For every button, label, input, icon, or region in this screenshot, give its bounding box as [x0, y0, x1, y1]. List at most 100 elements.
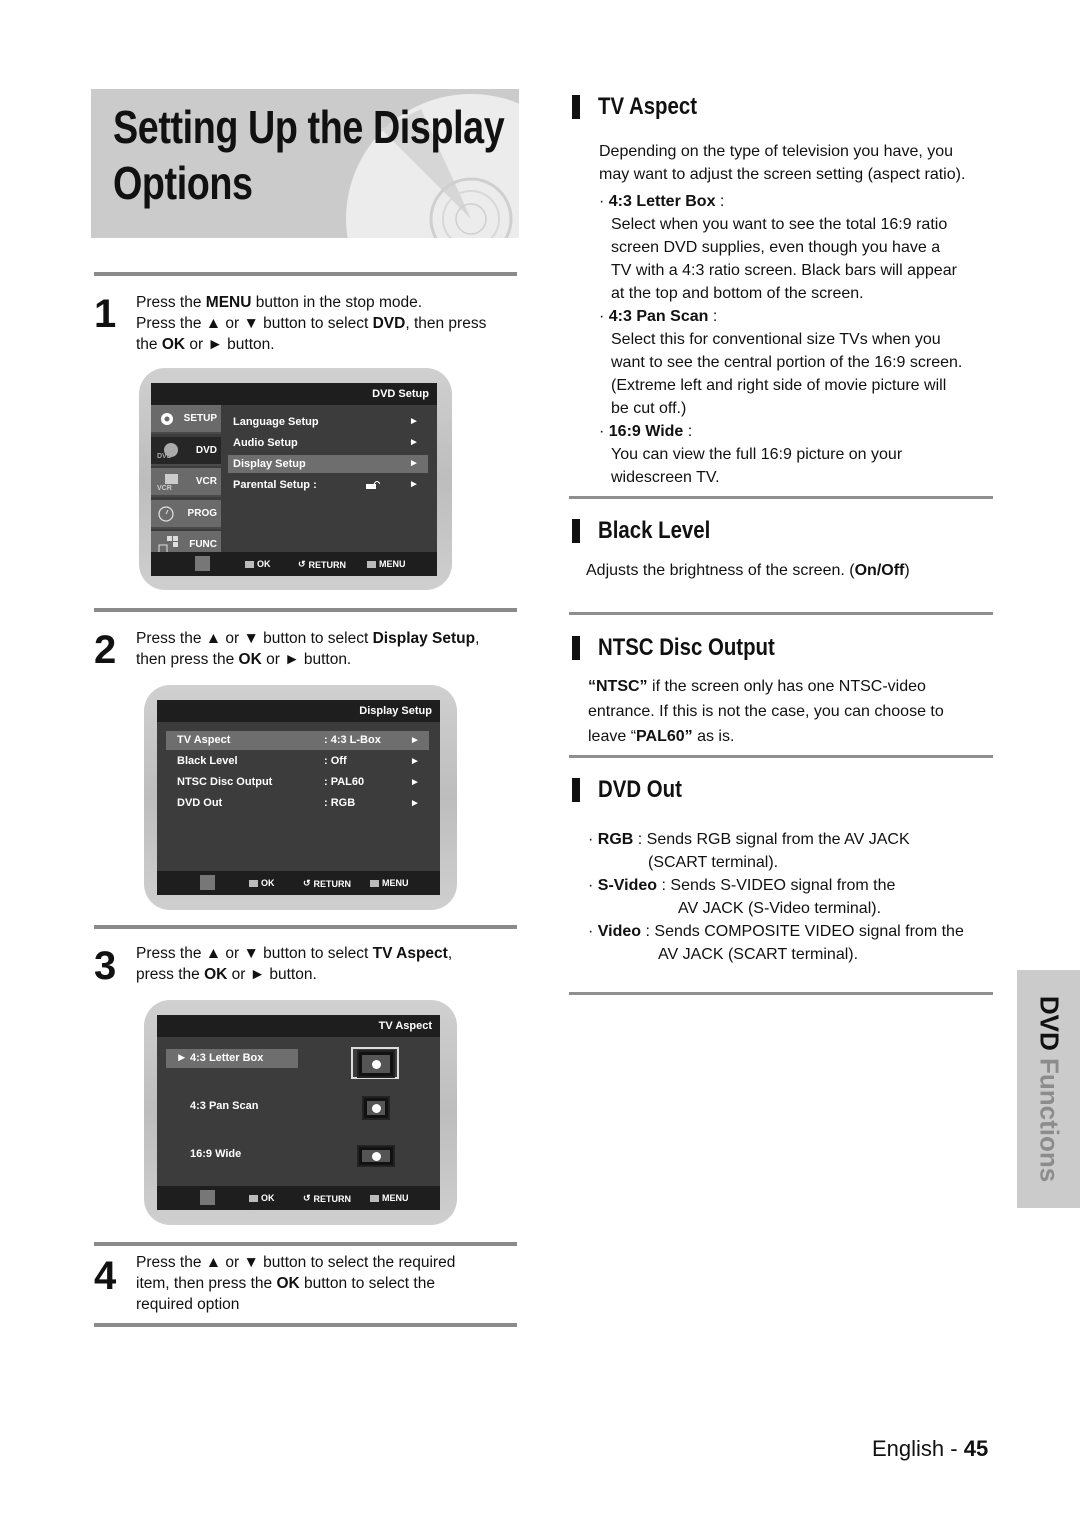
osd-header: Display Setup [157, 700, 440, 722]
step-keyword: OK [276, 1275, 300, 1292]
dvd-out-continuation: AV JACK (S-Video terminal). [678, 900, 882, 917]
step-text-segment: Press the [136, 294, 206, 311]
step-line: Press the MENU button in the stop mode. [136, 292, 521, 313]
step-text-segment: the [136, 336, 162, 353]
bullet: · [588, 831, 598, 848]
option-name: 4:3 Letter Box [608, 193, 716, 210]
tv-aspect-option-heading: · 16:9 Wide : [599, 420, 994, 443]
return-hint: ↺ RETURN [298, 559, 347, 570]
menu-icon [367, 560, 376, 568]
return-hint: ↺ RETURN [303, 878, 352, 889]
dvd-out-items: · RGB : Sends RGB signal from the AV JAC… [588, 828, 998, 966]
step-1-text: Press the MENU button in the stop mode. P… [136, 292, 521, 355]
step-keyword: OK [204, 966, 228, 983]
dvd-out-desc: : Sends RGB signal from the AV JACK [633, 831, 910, 848]
dvd-out-name: RGB [597, 831, 634, 848]
osd-menu-item[interactable]: Audio Setup [233, 434, 298, 452]
svg-text:VCR: VCR [157, 485, 172, 491]
osd-aspect-option[interactable]: 4:3 Pan Scan [190, 1097, 258, 1115]
step-2-text: Press the ▲ or ▼ button to select Displa… [136, 628, 521, 670]
divider [569, 755, 993, 758]
bullet: · [599, 423, 609, 440]
osd-setting-name[interactable]: NTSC Disc Output [177, 773, 272, 791]
menu-hint: MENU [367, 559, 406, 569]
step-text-segment: or ► button. [185, 336, 275, 353]
osd-menu-item[interactable]: Language Setup [233, 413, 319, 431]
option-name: 16:9 Wide [608, 423, 684, 440]
osd-header: TV Aspect [157, 1015, 440, 1037]
return-icon: ↺ [303, 1193, 311, 1203]
section-marker [572, 95, 580, 119]
navigation-icon [195, 556, 210, 571]
chapter-side-tab: DVD Functions [1017, 970, 1080, 1208]
osd-setting-name[interactable]: TV Aspect [177, 731, 230, 749]
tv-letterbox-icon [357, 1050, 395, 1078]
divider [94, 608, 517, 612]
section-title-black-level: Black Level [598, 517, 711, 544]
clock-icon [157, 505, 177, 523]
option-colon: : [715, 193, 725, 210]
arrow-right-icon: ► [409, 458, 419, 469]
section-title-tv-aspect: TV Aspect [598, 93, 698, 120]
step-keyword: Display Setup [372, 630, 476, 647]
tv-aspect-option-heading: · 4:3 Letter Box : [599, 190, 994, 213]
osd-display-setup: Display Setup TV Aspect: 4:3 L-Box ► Black… [157, 700, 440, 895]
osd-display-setup-frame: Display Setup TV Aspect: 4:3 L-Box ► Black… [144, 685, 457, 910]
page-title: Setting Up the Display Options [113, 99, 505, 211]
option-description-line: be cut off.) [611, 400, 687, 417]
tv-aspect-options: · 4:3 Letter Box : Select when you want t… [599, 190, 994, 489]
osd-menu-item[interactable]: Display Setup [233, 455, 306, 473]
osd-setting-value: : RGB [324, 797, 356, 809]
tv-panscan-icon [362, 1096, 390, 1120]
ok-icon [249, 1194, 258, 1202]
divider [94, 1242, 517, 1246]
osd-setting-name[interactable]: Black Level [177, 752, 238, 770]
osd-footer: OK ↺ RETURN MENU [157, 871, 440, 895]
arrow-right-icon: ► [409, 416, 419, 427]
osd-aspect-option[interactable]: 16:9 Wide [190, 1145, 241, 1163]
osd-tab-prog[interactable]: PROG [151, 499, 221, 529]
osd-aspect-option[interactable]: 4:3 Letter Box [190, 1049, 263, 1067]
bullet: · [588, 923, 598, 940]
osd-tab-label: SETUP [183, 413, 217, 424]
vcr-icon: VCR [157, 473, 178, 492]
dvd-out-continuation: (SCART terminal). [648, 854, 779, 871]
step-text-segment: , [447, 945, 453, 962]
step-line: then press the OK or ► button. [136, 649, 521, 670]
step-text-segment: Press the ▲ or ▼ button to select [136, 630, 373, 647]
step-text-segment: required option [136, 1296, 240, 1313]
osd-tv-aspect-frame: TV Aspect ► 4:3 Letter Box 4:3 Pan Scan 16:… [144, 1000, 457, 1225]
step-line: Press the ▲ or ▼ button to select the re… [136, 1252, 521, 1273]
navigation-icon [200, 1190, 215, 1205]
osd-menu-item[interactable]: Parental Setup : [233, 476, 317, 494]
option-description-line: You can view the full 16:9 picture on yo… [611, 446, 903, 463]
dvd-out-name: Video [597, 923, 642, 940]
step-text-segment: then press the [136, 651, 239, 668]
option-description-line: at the top and bottom of the screen. [611, 285, 864, 302]
osd-tab-setup[interactable]: SETUP [151, 405, 221, 434]
option-description-line: Select when you want to see the total 16… [611, 216, 948, 233]
bullet: · [599, 193, 609, 210]
osd-setting-value: : Off [324, 755, 347, 767]
osd-dvd-setup-frame: DVD Setup SETUP DVD DVD VCR VCR PROG FUNC Lang… [139, 368, 452, 590]
step-line: the OK or ► button. [136, 334, 521, 355]
ok-icon [249, 879, 258, 887]
osd-tab-vcr[interactable]: VCR VCR [151, 468, 221, 497]
step-text-segment: or ► button. [261, 651, 352, 668]
black-level-text: Adjusts the brightness of the screen. (O… [586, 562, 910, 579]
arrow-right-icon: ► [410, 777, 420, 788]
osd-tab-dvd[interactable]: DVD DVD [151, 436, 221, 466]
osd-tab-label: PROG [187, 507, 217, 519]
option-colon: : [683, 423, 693, 440]
section-marker [572, 519, 580, 543]
step-line: Press the ▲ or ▼ button to select TV Asp… [136, 943, 521, 964]
divider [569, 496, 993, 499]
osd-header: DVD Setup [151, 383, 437, 405]
osd-setting-name[interactable]: DVD Out [177, 794, 222, 812]
tv-aspect-option-heading: · 4:3 Pan Scan : [599, 305, 994, 328]
step-text-segment: or ► button. [227, 966, 317, 983]
step-number: 4 [94, 1254, 117, 1298]
ntsc-text: “NTSC” if the screen only has one NTSC-v… [588, 678, 944, 745]
step-number: 2 [94, 628, 117, 672]
step-line: required option [136, 1294, 521, 1315]
